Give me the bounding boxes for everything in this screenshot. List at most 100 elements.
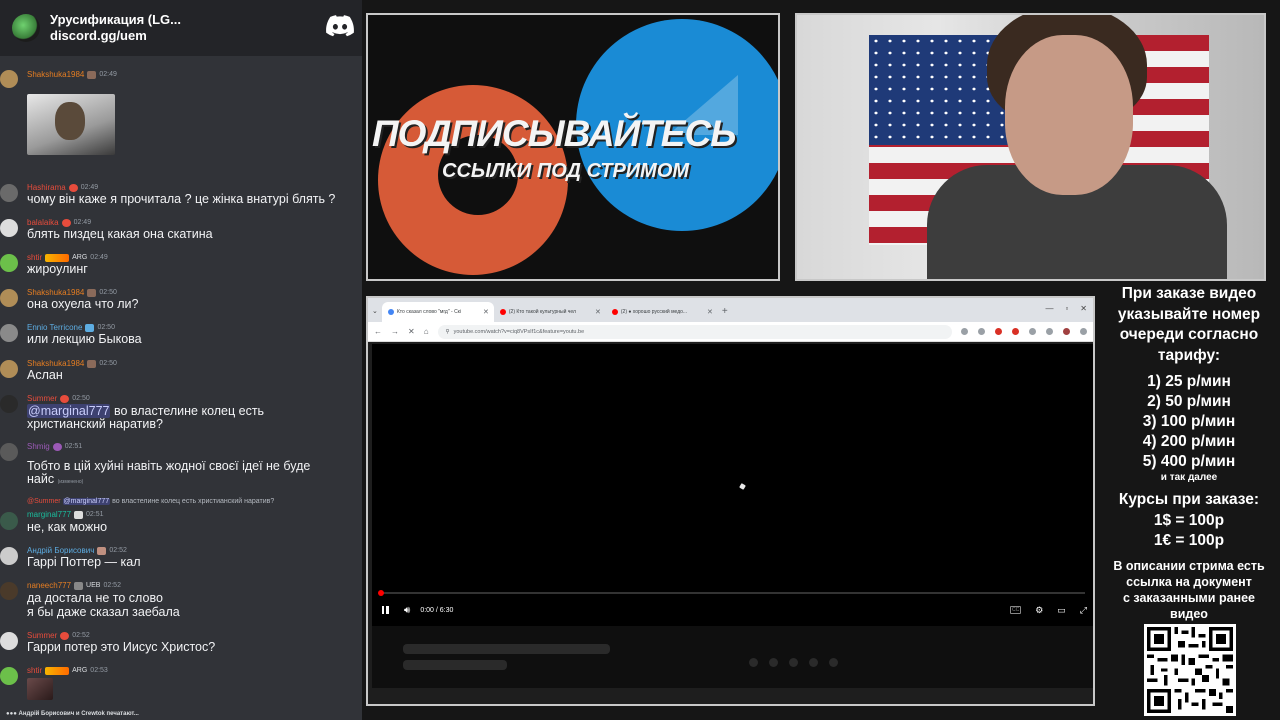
back-icon[interactable]: ← <box>374 327 382 336</box>
username[interactable]: shtir <box>27 666 42 675</box>
pause-button[interactable] <box>378 603 392 617</box>
timestamp: 02:49 <box>90 254 108 261</box>
username[interactable]: naneech777 <box>27 581 71 590</box>
sidebar-icon[interactable] <box>1046 328 1053 335</box>
star-icon[interactable] <box>978 328 985 335</box>
avatar[interactable] <box>0 547 18 565</box>
exchange-rate: 1€ = 100р <box>1153 532 1225 549</box>
username[interactable]: Shmig <box>27 442 50 451</box>
message-text: Гаррі Поттер — кал <box>27 555 141 569</box>
avatar[interactable] <box>0 360 18 378</box>
tab-search-chevron-down-icon[interactable]: ⌄ <box>372 302 378 322</box>
forward-icon[interactable]: → <box>391 327 399 336</box>
role-badge-icon <box>74 510 84 519</box>
avatar[interactable] <box>0 512 18 530</box>
avatar[interactable] <box>0 289 18 307</box>
server-invite-link[interactable]: discord.gg/uem <box>50 28 181 44</box>
new-tab-button[interactable]: + <box>722 302 728 322</box>
timestamp: 02:52 <box>72 632 90 639</box>
reply-preview[interactable]: @Summer @marginal777 во властелине колец… <box>27 498 274 505</box>
avatar[interactable] <box>0 667 18 685</box>
message-text: не, как можно <box>27 520 108 534</box>
video-player[interactable]: 🔊︎ 0:00 / 6:30 CC ⚙ ▭ ⤢ <box>372 344 1093 626</box>
avatar[interactable] <box>0 254 18 272</box>
carousel-dot[interactable] <box>769 658 778 667</box>
avatar[interactable] <box>0 443 18 461</box>
avatar[interactable] <box>0 324 18 342</box>
username[interactable]: Андрій Борисович <box>27 546 94 555</box>
avatar[interactable] <box>0 395 18 413</box>
banner-subtitle: ССЫЛКИ ПОД СТРИМОМ <box>442 160 690 182</box>
carousel-dot[interactable] <box>809 658 818 667</box>
username[interactable]: Hashirama <box>27 183 66 192</box>
browser-tab[interactable]: Кто сказал слово "мгд" - Скі ✕ <box>381 302 494 322</box>
message-text: блять пиздец какая она скатина <box>27 227 213 241</box>
maximize-icon[interactable]: ▫ <box>1065 304 1068 313</box>
channel-skeleton <box>403 660 507 670</box>
chat-image-attachment[interactable] <box>27 94 115 155</box>
webcam-feed <box>795 13 1266 281</box>
settings-gear-icon[interactable]: ⚙ <box>1035 605 1043 616</box>
minimize-icon[interactable]: — <box>1045 304 1053 313</box>
progress-bar[interactable] <box>378 590 1085 596</box>
pricing-heading: очереди согласно <box>1119 326 1259 343</box>
zoom-icon[interactable] <box>961 328 968 335</box>
profile-avatar-icon[interactable] <box>1063 328 1070 335</box>
exchange-rate: 1$ = 100р <box>1153 511 1225 529</box>
pricing-heading: При заказе видео <box>1121 285 1257 302</box>
browser-tab[interactable]: (2) Кто такой культурный чел ✕ <box>494 302 606 322</box>
role-badge-icon <box>87 359 97 368</box>
browser-window: ⌄ Кто сказал слово "мгд" - Скі ✕ (2) Кто … <box>366 296 1095 706</box>
close-tab-icon[interactable]: ✕ <box>707 308 713 316</box>
username[interactable]: marginal777 <box>27 510 71 519</box>
miniplayer-icon[interactable]: ▭ <box>1057 605 1066 616</box>
extension-icon[interactable] <box>1012 328 1019 335</box>
browser-tab[interactable]: (2) ● хорошо русский медо... ✕ <box>606 302 718 322</box>
home-icon[interactable]: ⌂ <box>424 327 429 336</box>
extensions-puzzle-icon[interactable] <box>1029 328 1036 335</box>
pricing-heading: указывайте номер <box>1117 305 1261 323</box>
url-input[interactable]: ⚲ youtube.com/watch?v=ciq8VPsIf1c&feature… <box>437 324 952 339</box>
avatar[interactable] <box>0 70 18 88</box>
username[interactable]: balalaika <box>27 218 59 227</box>
reply-text: во властелине колец есть христианский на… <box>112 498 275 505</box>
avatar[interactable] <box>0 632 18 650</box>
menu-dots-icon[interactable] <box>1080 328 1087 335</box>
subtitles-icon[interactable]: CC <box>1009 606 1022 614</box>
price-tier: 2) 50 р/мин <box>1147 393 1231 410</box>
typing-indicator: ●●● Андрій Борисович и Crewtok печатают.… <box>6 711 139 717</box>
fullscreen-icon[interactable]: ⤢ <box>1080 605 1087 616</box>
carousel-dot[interactable] <box>789 658 798 667</box>
username[interactable]: Ennio Terricone <box>27 323 82 332</box>
user-mention[interactable]: @marginal777 <box>27 404 111 418</box>
stop-icon[interactable]: ✕ <box>408 327 415 336</box>
close-window-icon[interactable]: ✕ <box>1080 304 1087 313</box>
message-text: да достала не то слово <box>27 591 163 605</box>
timestamp: 02:50 <box>97 324 115 331</box>
carousel-dot[interactable] <box>749 658 758 667</box>
extension-icon[interactable] <box>995 328 1002 335</box>
username[interactable]: Shakshuka1984 <box>27 288 84 297</box>
tag-label: ARG <box>72 254 88 261</box>
close-tab-icon[interactable]: ✕ <box>595 308 601 316</box>
player-controls: 🔊︎ 0:00 / 6:30 CC ⚙ ▭ ⤢ <box>378 602 1087 618</box>
volume-icon[interactable]: 🔊︎ <box>404 605 410 616</box>
avatar[interactable] <box>0 184 18 202</box>
progress-scrubber[interactable] <box>378 590 384 596</box>
discord-icon <box>326 15 354 37</box>
username[interactable]: Shakshuka1984 <box>27 70 84 79</box>
carousel-dot[interactable] <box>829 658 838 667</box>
close-tab-icon[interactable]: ✕ <box>483 308 489 316</box>
username[interactable]: Summer <box>27 394 57 403</box>
username[interactable]: Summer <box>27 631 57 640</box>
role-badge-icon <box>61 218 71 227</box>
description-note: с заказанными ранее <box>1122 590 1255 605</box>
chat-image-attachment[interactable] <box>27 678 53 700</box>
username[interactable]: shtir <box>27 253 42 262</box>
avatar[interactable] <box>0 219 18 237</box>
role-badge-icon <box>45 666 70 675</box>
timestamp: 02:51 <box>86 511 104 518</box>
role-badge-icon <box>87 70 97 79</box>
avatar[interactable] <box>0 582 18 600</box>
username[interactable]: Shakshuka1984 <box>27 359 84 368</box>
